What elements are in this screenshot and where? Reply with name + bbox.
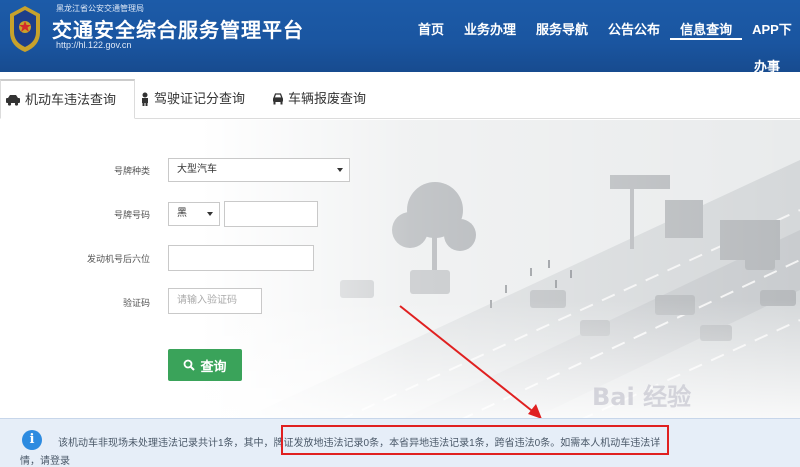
nav-business[interactable]: 业务办理 — [454, 20, 526, 40]
query-tabs: 机动车违法查询 驾驶证记分查询 车辆报废查询 — [0, 79, 800, 119]
police-emblem-icon — [10, 6, 40, 52]
plate-prefix-value: 黑 — [177, 208, 187, 219]
annotation-arrow — [399, 305, 542, 419]
plate-number-label: 号牌号码 — [113, 210, 150, 220]
plate-prefix-select[interactable]: 黑 — [168, 202, 220, 226]
tab-label: 驾驶证记分查询 — [154, 91, 246, 106]
tab-label: 车辆报废查询 — [288, 91, 367, 106]
chevron-down-icon — [207, 212, 213, 216]
nav-announcements[interactable]: 公告公布 — [598, 20, 670, 40]
plate-type-select[interactable]: 大型汽车 — [168, 158, 350, 182]
query-button-label: 查询 — [200, 358, 227, 374]
chevron-down-icon — [337, 168, 343, 172]
site-title[interactable]: 交通安全综合服务管理平台 — [52, 14, 304, 43]
nav-app-download[interactable]: APP下 — [742, 20, 800, 40]
captcha-label: 验证码 — [122, 298, 150, 308]
car-icon — [6, 94, 20, 106]
nav-info-query[interactable]: 信息查询 — [670, 20, 743, 40]
notice-line2[interactable]: 情，请登录 — [20, 452, 70, 467]
annotation-highlight-box — [281, 425, 669, 455]
search-icon — [184, 359, 196, 371]
tab-label: 机动车违法查询 — [25, 91, 117, 107]
person-icon — [142, 92, 148, 106]
org-name: 黑龙江省公安交通管理局 — [56, 4, 144, 13]
site-header: 黑龙江省公安交通管理局 交通安全综合服务管理平台 http://hl.122.g… — [0, 0, 800, 75]
info-icon: i — [22, 430, 42, 450]
plate-type-value: 大型汽车 — [177, 164, 217, 175]
main-nav: 首页 业务办理 服务导航 公告公布 信息查询 APP下 — [412, 20, 800, 40]
plate-type-label: 号牌种类 — [113, 166, 150, 176]
car-front-icon — [273, 93, 283, 105]
plate-number-input[interactable] — [224, 201, 318, 227]
captcha-input[interactable]: 请输入验证码 — [168, 288, 262, 314]
nav-home[interactable]: 首页 — [412, 20, 454, 40]
query-button[interactable]: 查询 — [168, 349, 242, 381]
tab-vehicle-scrap[interactable]: 车辆报废查询 — [272, 79, 366, 119]
engine-number-input[interactable] — [168, 245, 314, 271]
tab-license-points[interactable]: 驾驶证记分查询 — [140, 79, 245, 119]
nav-office[interactable]: 办事 — [754, 56, 780, 75]
engine-number-label: 发动机号后六位 — [86, 254, 150, 264]
watermark: Bai 经验 — [592, 383, 692, 411]
tab-vehicle-violation[interactable]: 机动车违法查询 — [0, 79, 135, 119]
notice-prefix: 该机动车非现场未处理违法记录共计1条， — [58, 438, 244, 449]
nav-service-guide[interactable]: 服务导航 — [526, 20, 598, 40]
site-url: http://hl.122.gov.cn — [56, 40, 132, 50]
